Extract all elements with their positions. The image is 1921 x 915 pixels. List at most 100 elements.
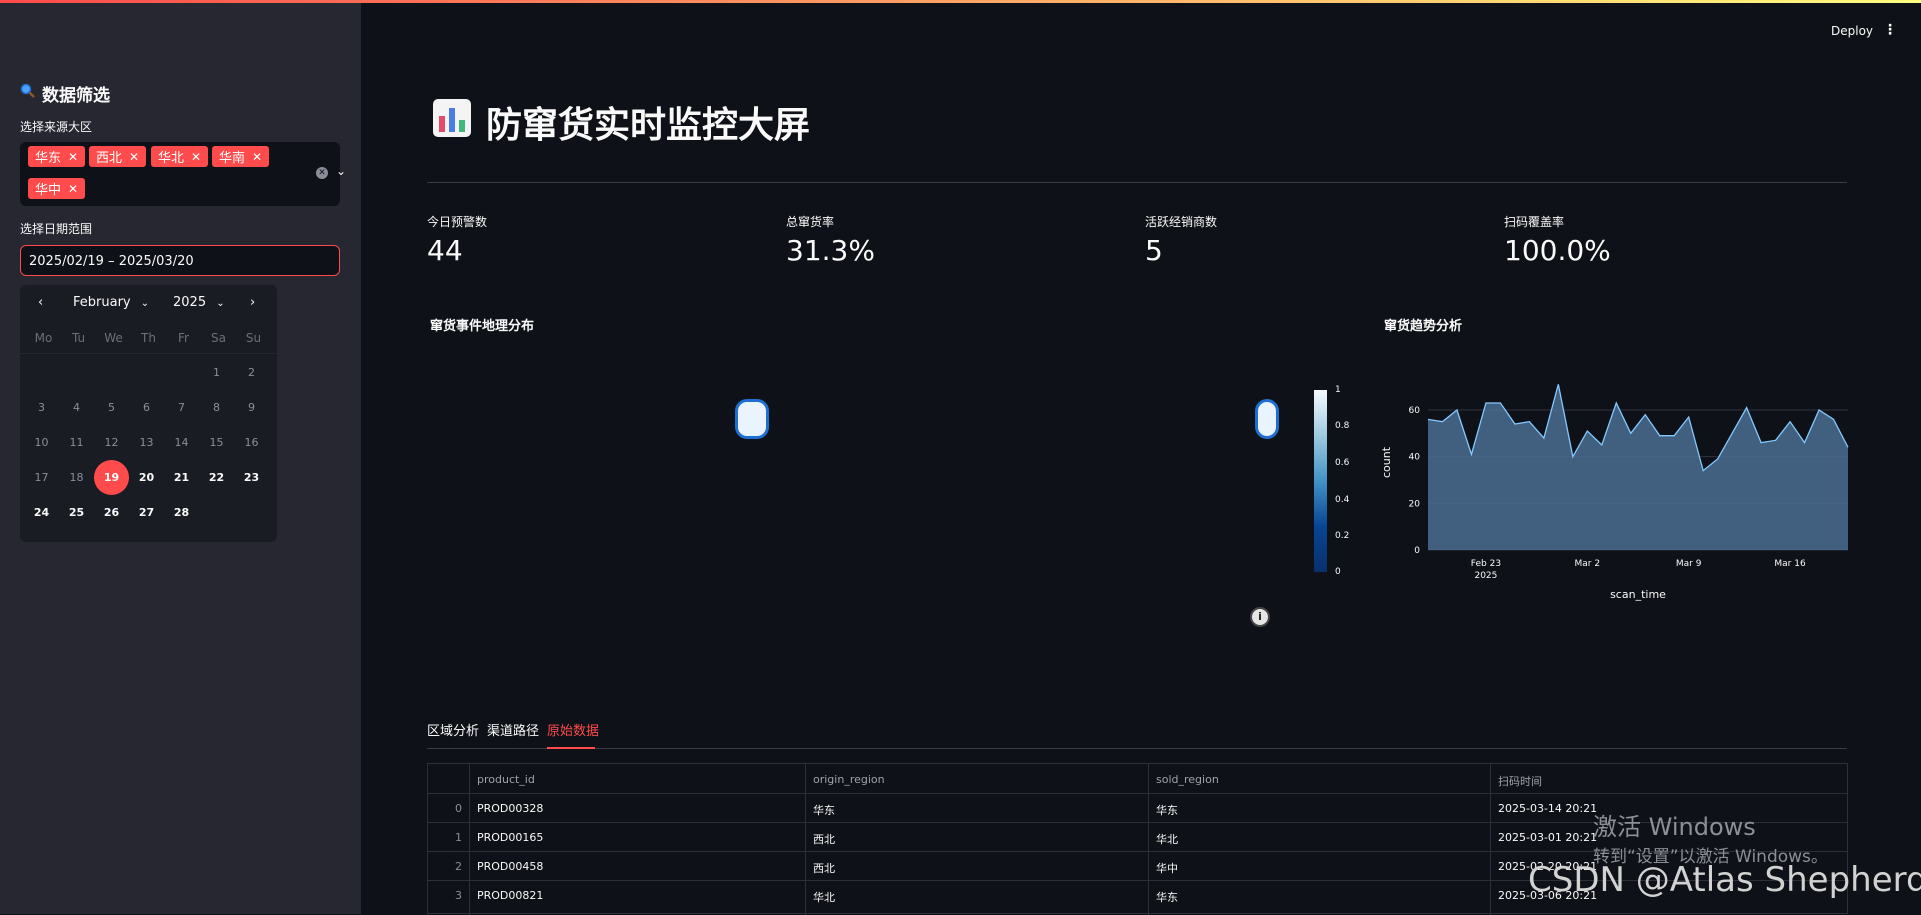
column-header[interactable]: sold_region	[1156, 773, 1219, 786]
info-icon[interactable]: i	[1250, 607, 1270, 627]
date-range-input[interactable]: 2025/02/19 – 2025/03/20	[20, 245, 340, 276]
calendar-day[interactable]: 22	[199, 460, 234, 495]
next-month-icon[interactable]: ›	[250, 295, 255, 315]
year-select[interactable]: 2025 ⌄	[173, 295, 225, 315]
column-header[interactable]: 扫码时间	[1498, 773, 1542, 789]
calendar-day[interactable]: 2	[234, 355, 269, 390]
calendar-day[interactable]: 28	[164, 495, 199, 530]
region-tag[interactable]: 西北 ✕	[89, 146, 147, 167]
tab-region-analysis[interactable]: 区域分析	[427, 720, 479, 739]
column-header[interactable]: product_id	[477, 773, 535, 786]
weekday-label: Sa	[211, 331, 226, 345]
remove-tag-icon[interactable]: ✕	[191, 150, 201, 164]
table-cell[interactable]: PROD00328	[477, 802, 543, 815]
weekday-label: Tu	[71, 331, 86, 345]
region-tag[interactable]: 华中 ✕	[28, 178, 86, 199]
calendar-day[interactable]: 12	[94, 425, 129, 460]
table-cell[interactable]: 西北	[813, 831, 835, 847]
calendar-day[interactable]: 14	[164, 425, 199, 460]
tab-raw-data[interactable]: 原始数据	[547, 720, 599, 739]
clear-all-icon[interactable]: ✕	[316, 167, 328, 179]
calendar-day[interactable]: 5	[94, 390, 129, 425]
region-label: 选择来源大区	[20, 120, 93, 134]
area-series	[1428, 384, 1848, 550]
remove-tag-icon[interactable]: ✕	[129, 150, 139, 164]
calendar-day[interactable]: 8	[199, 390, 234, 425]
calendar-day[interactable]: 9	[234, 390, 269, 425]
table-cell[interactable]: 华东	[1156, 802, 1178, 818]
active-tab-indicator	[547, 747, 595, 749]
region-tag[interactable]: 华南 ✕	[212, 146, 270, 167]
calendar-day[interactable]: 25	[59, 495, 94, 530]
table-cell[interactable]: 2025-03-14 20:21	[1498, 802, 1597, 815]
calendar-day[interactable]: 21	[164, 460, 199, 495]
activation-watermark: 激活 Windows	[1593, 813, 1756, 841]
chevron-down-icon: ⌄	[140, 298, 150, 309]
calendar-day[interactable]: 15	[199, 425, 234, 460]
weekday-label: Fr	[178, 331, 189, 345]
table-cell[interactable]: PROD00458	[477, 860, 543, 873]
calendar-day[interactable]: 19	[94, 460, 129, 495]
deploy-button[interactable]: Deploy	[1831, 24, 1873, 38]
table-cell[interactable]: 西北	[813, 860, 835, 876]
sidebar-title-text: 数据筛选	[42, 86, 110, 106]
metric-value: 44	[427, 234, 463, 267]
x-tick-label: Mar 9	[1676, 559, 1702, 569]
map-region-shape	[1255, 399, 1279, 439]
region-tag[interactable]: 华北 ✕	[151, 146, 209, 167]
metric-label: 总窜货率	[786, 215, 835, 229]
calendar-day[interactable]: 26	[94, 495, 129, 530]
chevron-down-icon: ⌄	[216, 298, 225, 309]
table-cell[interactable]: 华东	[813, 802, 835, 818]
calendar-day[interactable]: 3	[24, 390, 59, 425]
metric-label: 今日预警数	[427, 215, 488, 229]
map-title: 窜货事件地理分布	[430, 319, 535, 334]
x-tick-label: 2025	[1474, 571, 1497, 581]
row-index: 1	[455, 831, 462, 844]
table-cell[interactable]: PROD00165	[477, 831, 543, 844]
weekday-label: Su	[245, 331, 262, 345]
tab-channel-path[interactable]: 渠道路径	[487, 720, 539, 739]
row-index: 0	[455, 802, 462, 815]
y-tick-label: 20	[1409, 499, 1421, 509]
calendar-day[interactable]: 20	[129, 460, 164, 495]
colorbar-tick: 0.4	[1335, 495, 1350, 505]
calendar-day[interactable]: 13	[129, 425, 164, 460]
calendar-day[interactable]: 6	[129, 390, 164, 425]
calendar-day[interactable]: 16	[234, 425, 269, 460]
table-cell[interactable]: PROD00821	[477, 889, 543, 902]
calendar-day[interactable]: 10	[24, 425, 59, 460]
calendar-day[interactable]: 24	[24, 495, 59, 530]
calendar-divider	[20, 353, 277, 354]
calendar-day[interactable]: 4	[59, 390, 94, 425]
weekday-label: Mo	[34, 331, 53, 345]
calendar-day[interactable]: 23	[234, 460, 269, 495]
calendar-day[interactable]: 11	[59, 425, 94, 460]
calendar-day[interactable]: 1	[199, 355, 234, 390]
chevron-down-icon[interactable]: ⌄	[336, 164, 346, 178]
remove-tag-icon[interactable]: ✕	[252, 150, 262, 164]
bar-chart-icon	[432, 98, 472, 147]
region-tag[interactable]: 华东 ✕	[28, 146, 86, 167]
table-cell[interactable]: 华北	[813, 889, 835, 905]
calendar-day[interactable]: 18	[59, 460, 94, 495]
table-cell[interactable]: 华北	[1156, 831, 1178, 847]
table-cell[interactable]: 华中	[1156, 860, 1178, 876]
main-menu-icon[interactable]: ⋮	[1883, 22, 1897, 38]
row-index: 3	[455, 889, 462, 902]
calendar-day[interactable]: 7	[164, 390, 199, 425]
page-title: 防窜货实时监控大屏	[432, 96, 810, 148]
metric-label: 活跃经销商数	[1145, 215, 1218, 229]
column-header[interactable]: origin_region	[813, 773, 885, 786]
table-cell[interactable]: 华东	[1156, 889, 1178, 905]
calendar-day[interactable]: 17	[24, 460, 59, 495]
y-tick-label: 40	[1409, 453, 1421, 463]
table-cell[interactable]: 2025-03-01 20:21	[1498, 831, 1597, 844]
month-select[interactable]: February ⌄	[73, 295, 149, 315]
region-multiselect[interactable]: 华东 ✕ 西北 ✕ 华北 ✕ 华南 ✕ 华中 ✕ ✕ ⌄	[20, 142, 346, 206]
prev-month-icon[interactable]: ‹	[38, 295, 43, 315]
remove-tag-icon[interactable]: ✕	[68, 182, 78, 196]
remove-tag-icon[interactable]: ✕	[68, 150, 78, 164]
metric-value: 31.3%	[786, 234, 875, 267]
calendar-day[interactable]: 27	[129, 495, 164, 530]
